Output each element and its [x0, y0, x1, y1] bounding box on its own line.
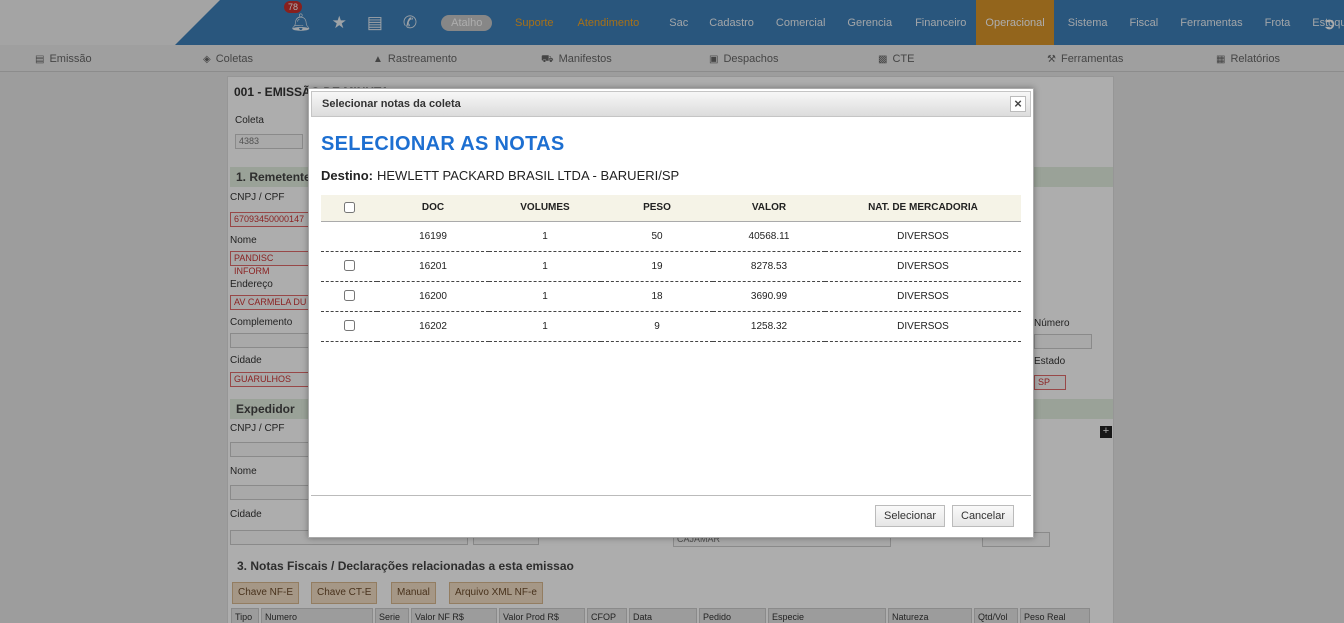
- selecionar-button[interactable]: Selecionar: [875, 505, 945, 527]
- dialog-title-bar: Selecionar notas da coleta ×: [311, 91, 1031, 117]
- doc-cell: 16199: [377, 221, 489, 252]
- col-nat-mercadoria: NAT. DE MERCADORIA: [825, 195, 1021, 222]
- nat-cell: DIVERSOS: [825, 221, 1021, 252]
- destino-value: HEWLETT PACKARD BRASIL LTDA - BARUERI/SP: [377, 168, 680, 183]
- dialog-heading: SELECIONAR AS NOTAS: [321, 133, 565, 155]
- col-doc: DOC: [377, 195, 489, 222]
- destino-label: Destino:: [321, 168, 373, 183]
- valor-cell: 8278.53: [713, 251, 825, 282]
- volumes-cell: 1: [489, 221, 601, 252]
- doc-cell: 16200: [377, 281, 489, 312]
- doc-cell: 16201: [377, 251, 489, 282]
- table-row[interactable]: 16202 1 9 1258.32 DIVERSOS: [321, 311, 1021, 342]
- select-all-checkbox[interactable]: [343, 202, 355, 214]
- peso-cell: 19: [601, 251, 713, 282]
- nat-cell: DIVERSOS: [825, 251, 1021, 282]
- volumes-cell: 1: [489, 281, 601, 312]
- notes-table: DOC VOLUMES PESO VALOR NAT. DE MERCADORI…: [321, 195, 1021, 342]
- dialog-footer-divider: [311, 495, 1031, 496]
- volumes-cell: 1: [489, 311, 601, 342]
- row-checkbox[interactable]: [343, 320, 355, 332]
- peso-cell: 9: [601, 311, 713, 342]
- doc-cell: 16202: [377, 311, 489, 342]
- close-icon[interactable]: ×: [1010, 96, 1026, 112]
- row-checkbox[interactable]: [343, 290, 355, 302]
- peso-cell: 18: [601, 281, 713, 312]
- destino-line: Destino: HEWLETT PACKARD BRASIL LTDA - BA…: [321, 168, 679, 183]
- notes-table-header: DOC VOLUMES PESO VALOR NAT. DE MERCADORI…: [321, 195, 1021, 222]
- row-checkbox[interactable]: [343, 260, 355, 272]
- col-volumes: VOLUMES: [489, 195, 601, 222]
- row-checkbox-cell: [321, 281, 377, 312]
- valor-cell: 3690.99: [713, 281, 825, 312]
- valor-cell: 1258.32: [713, 311, 825, 342]
- table-row[interactable]: 16199 1 50 40568.11 DIVERSOS: [321, 221, 1021, 252]
- row-checkbox-cell: [321, 221, 377, 252]
- col-valor: VALOR: [713, 195, 825, 222]
- row-checkbox-cell: [321, 251, 377, 282]
- table-row[interactable]: 16200 1 18 3690.99 DIVERSOS: [321, 281, 1021, 312]
- dialog-title: Selecionar notas da coleta: [322, 98, 461, 110]
- select-notes-dialog: Selecionar notas da coleta × SELECIONAR …: [308, 88, 1034, 538]
- select-all-cell: [321, 195, 377, 222]
- valor-cell: 40568.11: [713, 221, 825, 252]
- nat-cell: DIVERSOS: [825, 281, 1021, 312]
- peso-cell: 50: [601, 221, 713, 252]
- col-peso: PESO: [601, 195, 713, 222]
- nat-cell: DIVERSOS: [825, 311, 1021, 342]
- volumes-cell: 1: [489, 251, 601, 282]
- table-row[interactable]: 16201 1 19 8278.53 DIVERSOS: [321, 251, 1021, 282]
- row-checkbox-cell: [321, 311, 377, 342]
- cancelar-button[interactable]: Cancelar: [952, 505, 1015, 527]
